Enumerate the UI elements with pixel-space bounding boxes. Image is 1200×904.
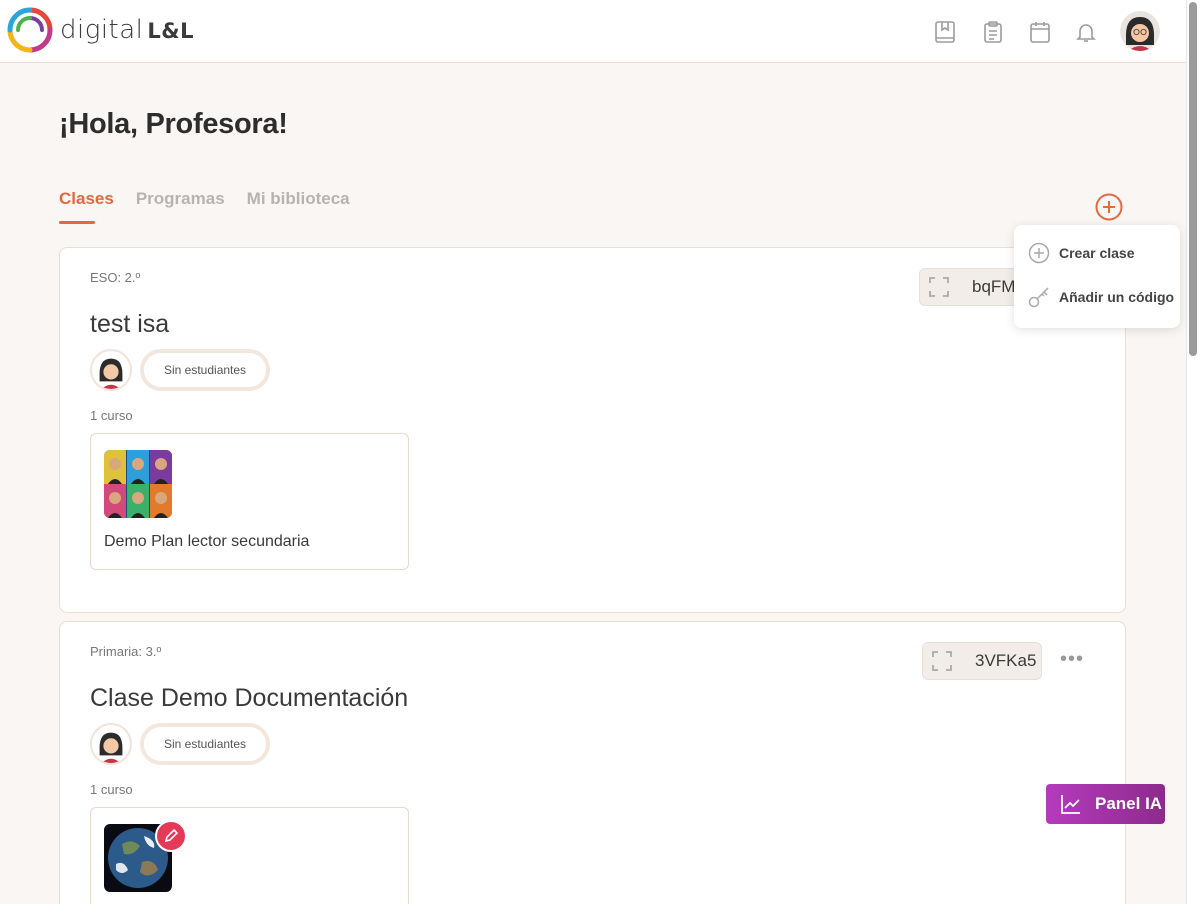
tab-clases[interactable]: Clases: [59, 189, 114, 224]
logo-text: digital L&L: [60, 15, 194, 45]
class-level: ESO: 2.º: [90, 270, 141, 285]
pencil-icon: [164, 828, 179, 843]
course-thumbnail: [104, 450, 172, 518]
clipboard-icon[interactable]: [981, 20, 1005, 44]
class-title[interactable]: test isa: [90, 310, 169, 339]
students-badge[interactable]: Sin estudiantes: [140, 723, 271, 765]
logo-swirl-icon: [7, 7, 53, 53]
panel-ia-button[interactable]: Panel IA: [1046, 784, 1165, 824]
course-count: 1 curso: [90, 408, 133, 423]
class-code-chip[interactable]: 3VFKa5: [922, 642, 1042, 680]
teacher-avatar: [90, 349, 132, 391]
trend-chart-icon: [1061, 795, 1080, 814]
add-plus-button[interactable]: [1094, 192, 1124, 222]
class-card[interactable]: Primaria: 3.º 3VFKa5 ••• Clase Demo Docu…: [59, 621, 1126, 904]
menu-item-crear-clase[interactable]: Crear clase: [1028, 242, 1135, 264]
menu-item-anadir-codigo[interactable]: Añadir un código: [1028, 286, 1174, 308]
course-card[interactable]: [90, 807, 409, 904]
course-name: Demo Plan lector secundaria: [104, 533, 310, 550]
user-avatar[interactable]: [1120, 11, 1160, 51]
more-options-icon[interactable]: •••: [1060, 648, 1084, 671]
tab-programas[interactable]: Programas: [136, 189, 225, 209]
class-code: bqFM: [972, 277, 1016, 296]
tab-mi-biblioteca[interactable]: Mi biblioteca: [247, 189, 350, 209]
class-level: Primaria: 3.º: [90, 644, 162, 659]
class-title[interactable]: Clase Demo Documentación: [90, 684, 408, 713]
plus-circle-icon: [1028, 242, 1050, 264]
scrollbar-thumb[interactable]: [1189, 2, 1197, 356]
fullscreen-icon: [932, 651, 952, 671]
course-count: 1 curso: [90, 782, 133, 797]
tab-bar: Clases Programas Mi biblioteca: [59, 189, 350, 224]
course-card[interactable]: Demo Plan lector secundaria: [90, 433, 409, 570]
top-bar: digital L&L: [0, 0, 1186, 63]
fullscreen-icon: [929, 277, 949, 297]
bookmark-book-icon[interactable]: [933, 20, 957, 44]
page-title: ¡Hola, Profesora!: [59, 108, 288, 140]
add-menu-dropdown: Crear clase Añadir un código: [1014, 225, 1180, 328]
edit-pencil-button[interactable]: [155, 820, 187, 852]
class-card[interactable]: ESO: 2.º bqFM test isa Sin estudiantes 1…: [59, 247, 1126, 613]
teacher-avatar: [90, 723, 132, 765]
students-badge[interactable]: Sin estudiantes: [140, 349, 271, 391]
bell-icon[interactable]: [1074, 20, 1098, 44]
key-icon: [1028, 287, 1049, 308]
calendar-icon[interactable]: [1028, 20, 1052, 44]
class-code: 3VFKa5: [975, 651, 1037, 670]
logo[interactable]: digital L&L: [6, 6, 194, 54]
